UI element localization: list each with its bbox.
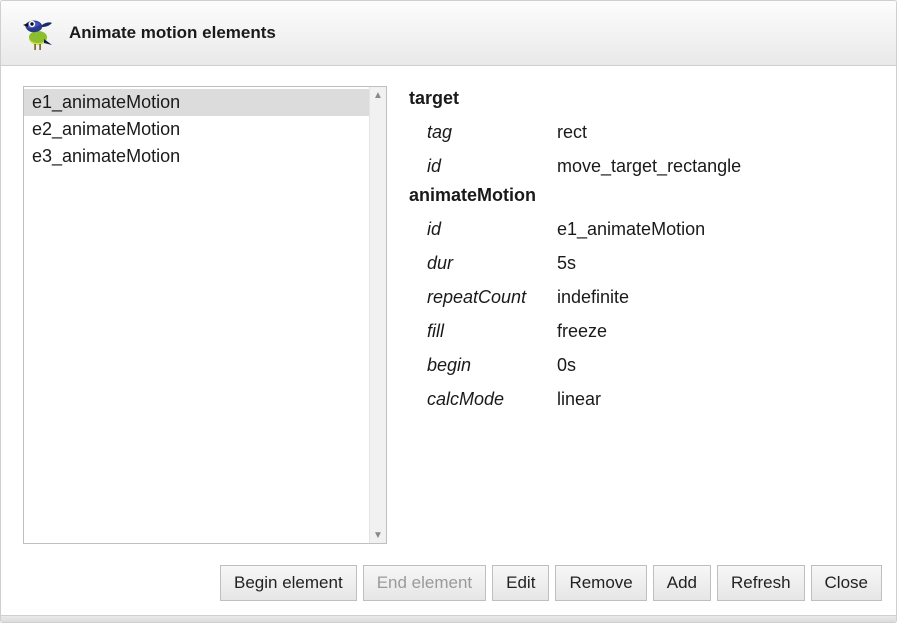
element-list-item-label: e2_animateMotion	[32, 119, 180, 139]
close-button[interactable]: Close	[811, 565, 882, 601]
element-list[interactable]: e1_animateMotion e2_animateMotion e3_anima…	[24, 87, 369, 543]
details-row-key: repeatCount	[427, 284, 557, 310]
details-row-value: move_target_rectangle	[557, 153, 874, 179]
scroll-up-arrow-icon[interactable]: ▲	[370, 87, 386, 103]
element-list-item[interactable]: e2_animateMotion	[24, 116, 369, 143]
dialog-body: e1_animateMotion e2_animateMotion e3_anima…	[1, 66, 896, 554]
element-list-item-label: e3_animateMotion	[32, 146, 180, 166]
details-row-key: calcMode	[427, 386, 557, 412]
scroll-down-arrow-icon[interactable]: ▼	[370, 527, 386, 543]
details-row-key: id	[427, 153, 557, 179]
app-bird-icon	[19, 15, 55, 51]
add-button[interactable]: Add	[653, 565, 711, 601]
details-row-key: fill	[427, 318, 557, 344]
details-group-heading: animateMotion	[409, 185, 874, 212]
details-row-value: freeze	[557, 318, 874, 344]
refresh-button[interactable]: Refresh	[717, 565, 805, 601]
details-row-value: rect	[557, 119, 874, 145]
dialog-footer: Begin element End element Edit Remove Ad…	[1, 554, 896, 615]
details-row: begin0s	[409, 348, 874, 382]
edit-button[interactable]: Edit	[492, 565, 549, 601]
details-group: targettagrectidmove_target_rectangle	[409, 88, 874, 183]
dialog-header: Animate motion elements	[1, 1, 896, 66]
end-element-button: End element	[363, 565, 486, 601]
details-row: idmove_target_rectangle	[409, 149, 874, 183]
details-row-key: begin	[427, 352, 557, 378]
element-list-item-label: e1_animateMotion	[32, 92, 180, 112]
element-list-item[interactable]: e1_animateMotion	[24, 89, 369, 116]
details-row-value: e1_animateMotion	[557, 216, 874, 242]
details-row: tagrect	[409, 115, 874, 149]
animate-motion-dialog: Animate motion elements e1_animateMotion…	[0, 0, 897, 623]
details-row-value: linear	[557, 386, 874, 412]
details-row: calcModelinear	[409, 382, 874, 416]
details-row: fillfreeze	[409, 314, 874, 348]
details-row-value: indefinite	[557, 284, 874, 310]
dialog-resize-strip	[1, 615, 896, 622]
details-row-value: 5s	[557, 250, 874, 276]
details-row: repeatCountindefinite	[409, 280, 874, 314]
details-row: ide1_animateMotion	[409, 212, 874, 246]
details-row-key: id	[427, 216, 557, 242]
details-group-heading: target	[409, 88, 874, 115]
element-list-container: e1_animateMotion e2_animateMotion e3_anima…	[23, 86, 387, 544]
remove-button[interactable]: Remove	[555, 565, 646, 601]
list-scrollbar[interactable]: ▲ ▼	[369, 87, 386, 543]
details-row-key: tag	[427, 119, 557, 145]
dialog-title: Animate motion elements	[69, 23, 276, 43]
details-row-key: dur	[427, 250, 557, 276]
details-row-value: 0s	[557, 352, 874, 378]
begin-element-button[interactable]: Begin element	[220, 565, 357, 601]
element-list-item[interactable]: e3_animateMotion	[24, 143, 369, 170]
details-row: dur5s	[409, 246, 874, 280]
details-panel: targettagrectidmove_target_rectangleanim…	[409, 86, 874, 544]
details-group: animateMotionide1_animateMotiondur5srepe…	[409, 185, 874, 416]
